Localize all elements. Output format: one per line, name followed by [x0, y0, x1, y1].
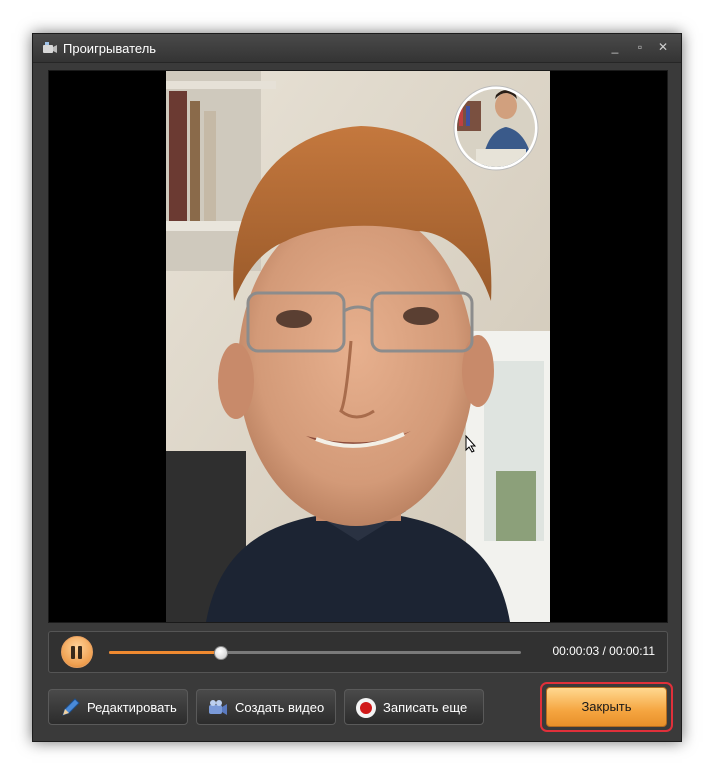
create-video-button[interactable]: Создать видео: [196, 689, 336, 725]
progress-thumb[interactable]: [214, 646, 229, 660]
title-bar[interactable]: Проигрыватель _ ▫ ✕: [33, 34, 681, 63]
record-icon: [356, 698, 376, 718]
webcam-overlay: [453, 85, 539, 171]
player-window: Проигрыватель _ ▫ ✕ 00:00:03 / 00:00:11 …: [32, 33, 682, 742]
video-frame: [166, 71, 550, 622]
minimize-icon[interactable]: _: [606, 39, 624, 55]
playback-controls: 00:00:03 / 00:00:11: [48, 631, 668, 673]
record-again-button-label: Записать еще: [383, 700, 468, 715]
close-button[interactable]: Закрыть: [546, 687, 667, 727]
video-area[interactable]: [48, 70, 668, 623]
progress-slider[interactable]: [109, 646, 521, 660]
edit-button[interactable]: Редактировать: [48, 689, 188, 725]
edit-button-label: Редактировать: [87, 700, 177, 715]
time-readout: 00:00:03 / 00:00:11: [552, 644, 655, 658]
create-video-button-label: Создать видео: [235, 700, 325, 715]
record-again-button[interactable]: Записать еще: [344, 689, 484, 725]
pause-button[interactable]: [61, 636, 93, 668]
camera-app-icon: [43, 42, 57, 53]
mouse-cursor-icon: [465, 435, 477, 453]
pencil-icon: [62, 698, 80, 716]
pause-icon: [71, 646, 75, 659]
progress-fill: [109, 651, 221, 654]
maximize-icon[interactable]: ▫: [631, 39, 649, 55]
film-camera-icon: [209, 700, 227, 715]
close-icon[interactable]: ✕: [654, 39, 672, 55]
window-title: Проигрыватель: [63, 41, 157, 56]
